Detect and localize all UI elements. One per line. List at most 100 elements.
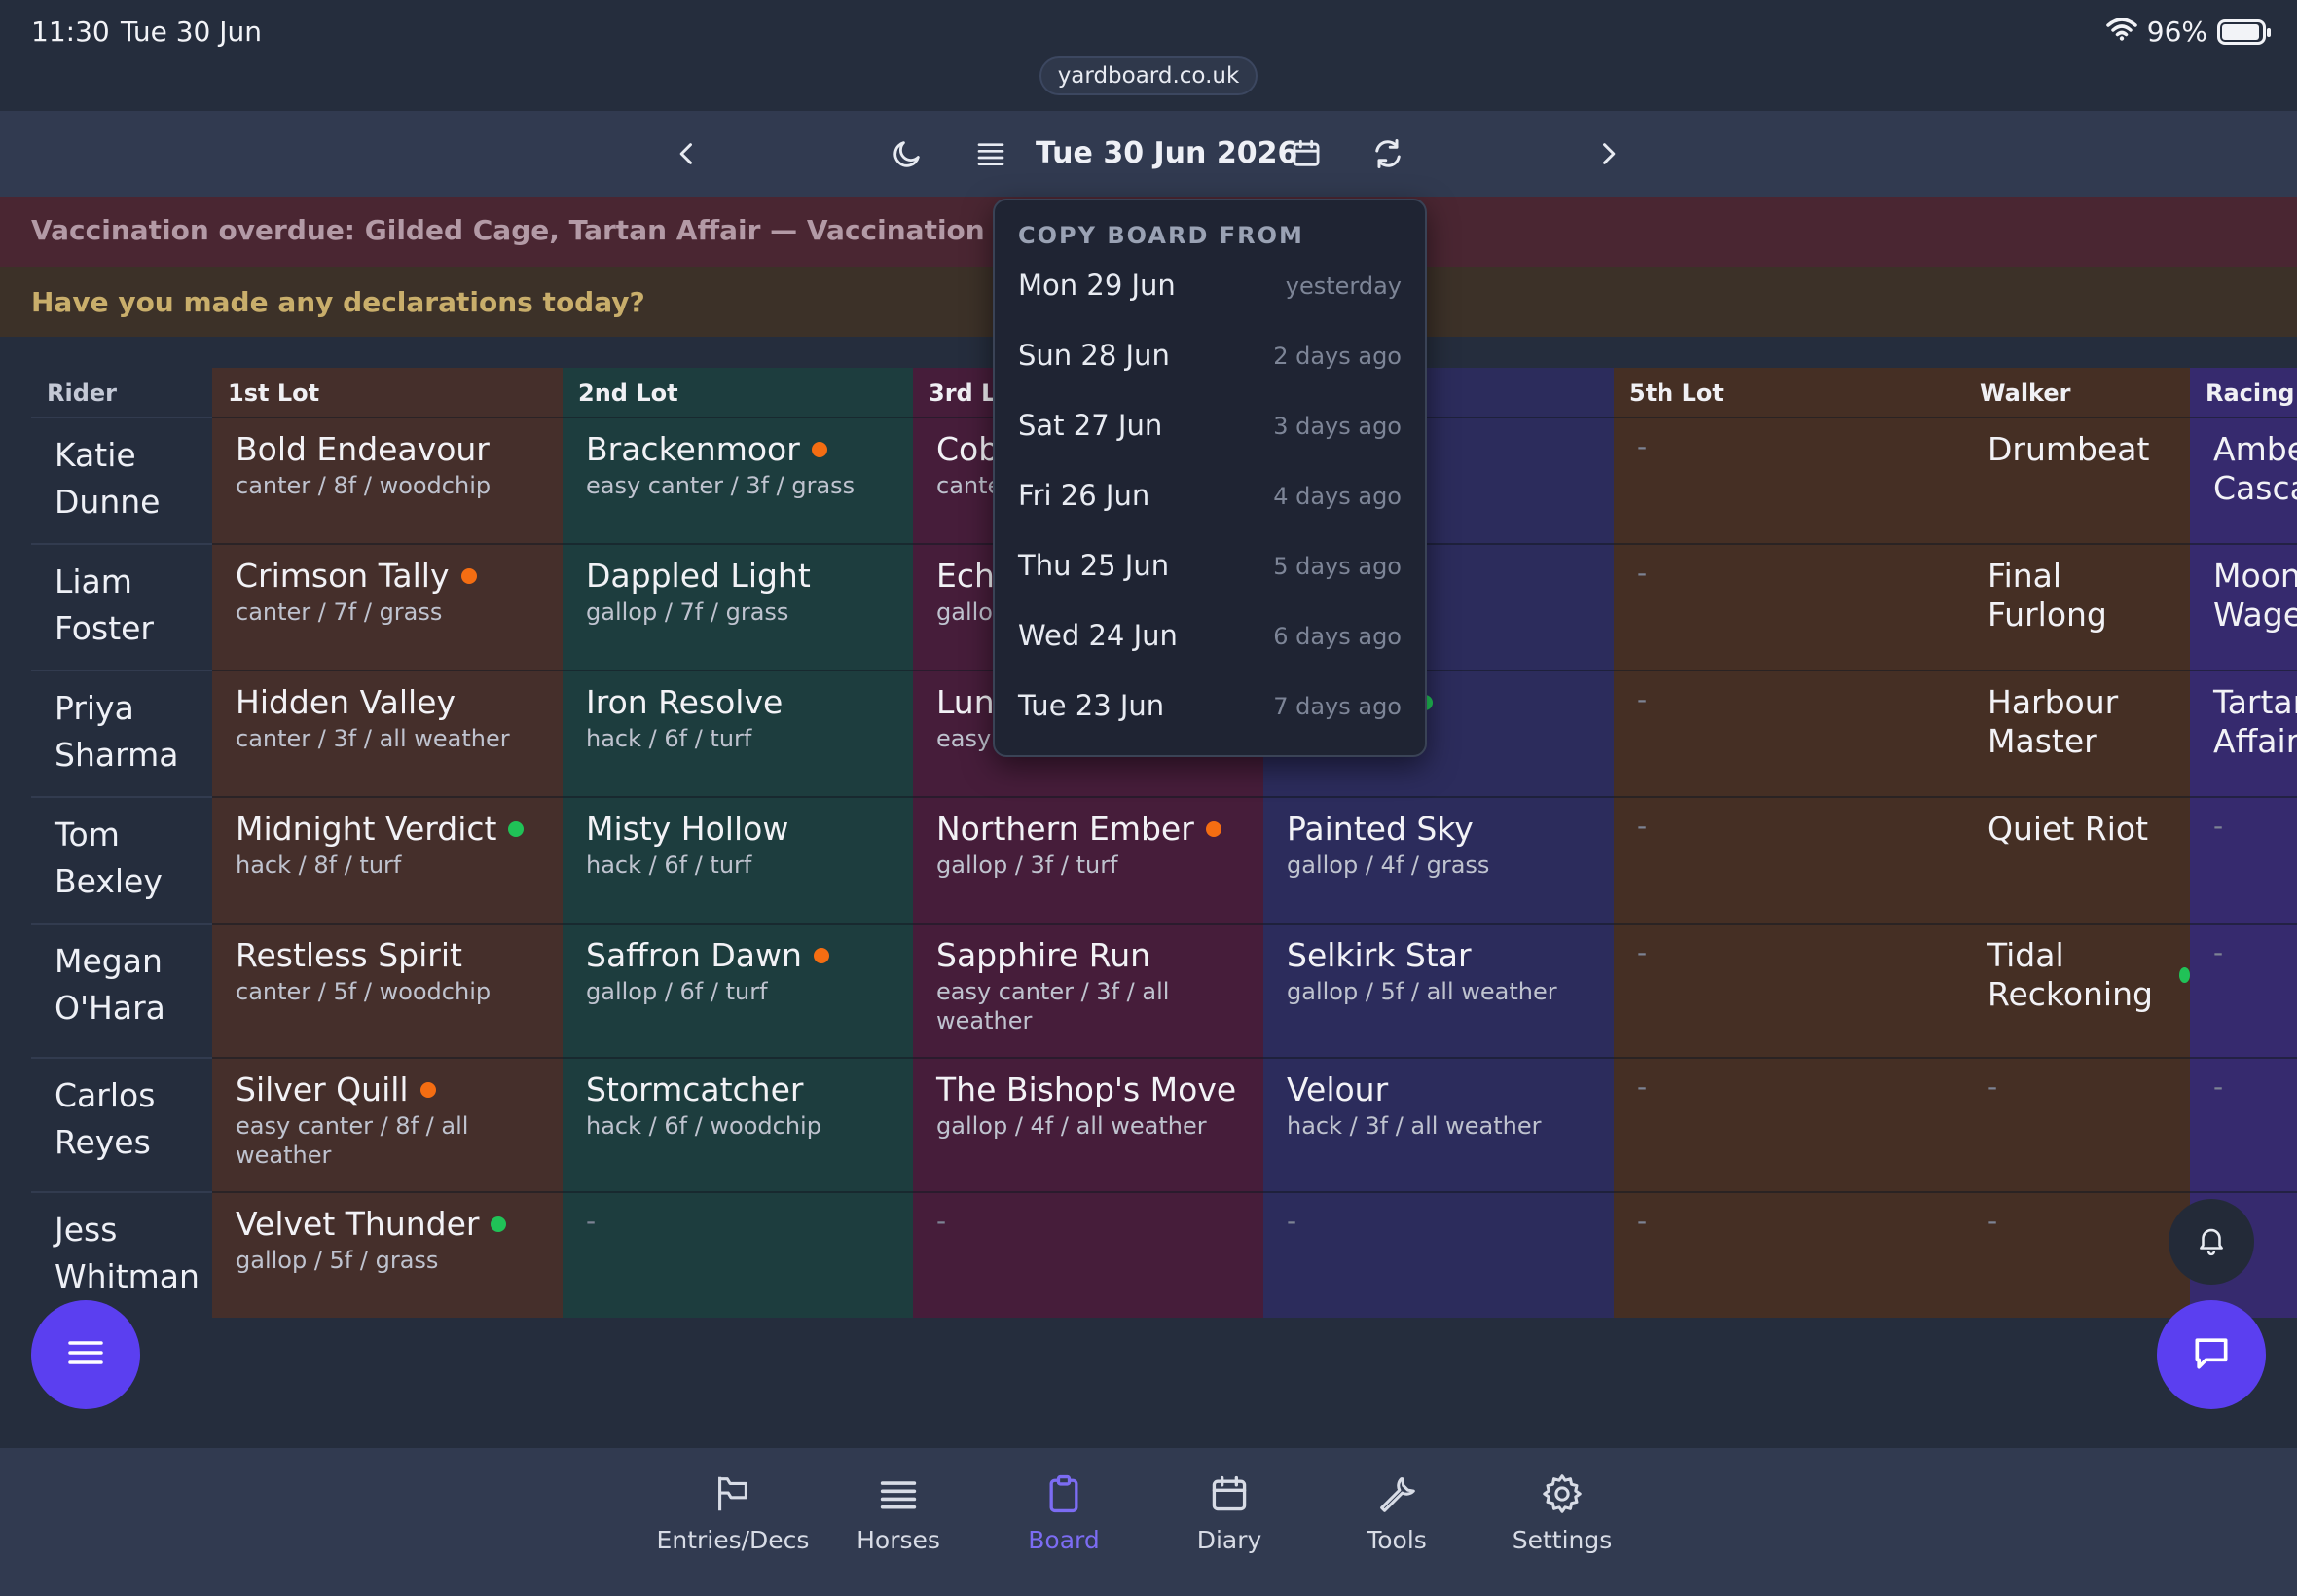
board-cell-lot5[interactable]: - [1614,796,1964,923]
list-view-icon[interactable] [969,132,1012,175]
horse-name: Sapphire Run [936,936,1151,974]
board-cell-lot4[interactable]: Painted Sky gallop / 4f / grass [1263,796,1614,923]
board-cell-racing[interactable]: Moon Wage [2190,543,2297,670]
empty-marker: - [1637,1070,1648,1103]
board-cell-lot5[interactable]: - [1614,543,1964,670]
copy-board-option[interactable]: Thu 25 Jun 5 days ago [995,531,1425,601]
option-relative: 4 days ago [1273,483,1402,510]
board-cell-walker[interactable]: Tidal Reckoning [1964,923,2190,1057]
nav-settings[interactable]: Settings [1479,1468,1645,1554]
board-cell-lot5[interactable]: - [1614,1191,1964,1318]
board-date[interactable]: Tue 30 Jun 2026 [1036,132,1297,175]
copy-board-option[interactable]: Fri 26 Jun 4 days ago [995,461,1425,531]
nav-tools[interactable]: Tools [1314,1468,1479,1554]
board-cell-lot2[interactable]: Stormcatcher hack / 6f / woodchip [563,1057,913,1191]
moon-icon[interactable] [886,132,929,175]
board-cell-lot2[interactable]: - [563,1191,913,1318]
empty-marker: - [1637,430,1648,462]
board-cell-racing[interactable]: Tartar Affair [2190,670,2297,796]
status-date: Tue 30 Jun [121,16,263,48]
rider-name[interactable]: Liam Foster [31,543,212,670]
header-walker: Walker [1964,368,2190,417]
empty-marker: - [1987,1205,1998,1237]
board-cell-walker[interactable]: Quiet Riot [1964,796,2190,923]
board-cell-lot1[interactable]: Velvet Thunder gallop / 5f / grass [212,1191,563,1318]
board-cell-walker[interactable]: - [1964,1057,2190,1191]
board-cell-lot2[interactable]: Misty Hollow hack / 6f / turf [563,796,913,923]
board-cell-lot1[interactable]: Silver Quill easy canter / 8f / all weath… [212,1057,563,1191]
board-cell-walker[interactable]: Drumbeat [1964,417,2190,543]
option-date: Fri 26 Jun [1018,479,1150,512]
rider-name[interactable]: Katie Dunne [31,417,212,543]
board-cell-lot1[interactable]: Crimson Tally canter / 7f / grass [212,543,563,670]
board-cell-lot1[interactable]: Restless Spirit canter / 5f / woodchip [212,923,563,1057]
horse-name: Lun [936,683,995,721]
board-cell-lot5[interactable]: - [1614,417,1964,543]
board-cell-walker[interactable]: Harbour Master [1964,670,2190,796]
chat-fab-button[interactable] [2157,1300,2266,1409]
calendar-icon[interactable] [1285,132,1328,175]
board-cell-lot4[interactable]: Velour hack / 3f / all weather [1263,1057,1614,1191]
horse-name: Ambe Casca [2213,430,2297,507]
work-detail: canter / 8f / woodchip [236,472,492,499]
board-cell-walker[interactable]: - [1964,1191,2190,1318]
option-relative: 6 days ago [1273,623,1402,650]
horse-name: Dappled Light [586,557,811,595]
nav-entries[interactable]: Entries/Decs [650,1468,816,1554]
board-cell-lot5[interactable]: - [1614,670,1964,796]
board-cell-lot3[interactable]: Sapphire Run easy canter / 3f / all weath… [913,923,1263,1057]
copy-board-option[interactable]: Tue 23 Jun 7 days ago [995,671,1425,742]
board-cell-lot2[interactable]: Iron Resolve hack / 6f / turf [563,670,913,796]
board-cell-lot2[interactable]: Brackenmoor easy canter / 3f / grass [563,417,913,543]
board-cell-lot3[interactable]: - [913,1191,1263,1318]
rider-name[interactable]: Tom Bexley [31,796,212,923]
nav-diary[interactable]: Diary [1147,1468,1312,1554]
copy-board-option[interactable]: Mon 29 Jun yesterday [995,251,1425,321]
horse-name: Silver Quill [236,1070,409,1108]
board-cell-racing[interactable]: - [2190,796,2297,923]
declarations-text: Have you made any declarations today? [31,286,645,318]
board-cell-lot5[interactable]: - [1614,1057,1964,1191]
copy-board-option[interactable]: Sat 27 Jun 3 days ago [995,391,1425,461]
work-detail: gallop / 4f / all weather [936,1112,1207,1140]
horse-name: Iron Resolve [586,683,784,721]
nav-horses[interactable]: Horses [816,1468,981,1554]
option-relative: 2 days ago [1273,343,1402,370]
rider-name[interactable]: Megan O'Hara [31,923,212,1057]
board-cell-racing[interactable]: - [2190,1057,2297,1191]
copy-board-option[interactable]: Sun 28 Jun 2 days ago [995,321,1425,391]
rider-name[interactable]: Priya Sharma [31,670,212,796]
horse-name: The Bishop's Move [936,1070,1237,1108]
rider-name[interactable]: Jess Whitman [31,1191,212,1318]
board-cell-lot3[interactable]: The Bishop's Move gallop / 4f / all weath… [913,1057,1263,1191]
menu-fab-button[interactable] [31,1300,140,1409]
board-cell-lot4[interactable]: Selkirk Star gallop / 5f / all weather [1263,923,1614,1057]
refresh-icon[interactable] [1367,132,1409,175]
board-cell-walker[interactable]: Final Furlong [1964,543,2190,670]
option-date: Thu 25 Jun [1018,549,1170,582]
board-cell-lot5[interactable]: - [1614,923,1964,1057]
next-day-icon[interactable] [1586,132,1629,175]
url-bar[interactable]: yardboard.co.uk [1039,56,1258,95]
horse-name: Moon Wage [2213,557,2297,634]
board-cell-lot3[interactable]: Northern Ember gallop / 3f / turf [913,796,1263,923]
notifications-button[interactable] [2169,1199,2254,1285]
board-cell-lot1[interactable]: Midnight Verdict hack / 8f / turf [212,796,563,923]
prev-day-icon[interactable] [666,132,709,175]
work-detail: hack / 3f / all weather [1287,1112,1542,1140]
copy-board-option[interactable]: Wed 24 Jun 6 days ago [995,601,1425,671]
board-cell-lot1[interactable]: Bold Endeavour canter / 8f / woodchip [212,417,563,543]
work-detail: hack / 6f / turf [586,725,752,752]
empty-marker: - [1637,1205,1648,1237]
board-cell-racing[interactable]: - [2190,923,2297,1057]
work-detail: gallop / 5f / grass [236,1247,439,1274]
header-lot1: 1st Lot [212,368,563,417]
board-cell-lot2[interactable]: Dappled Light gallop / 7f / grass [563,543,913,670]
board-cell-lot1[interactable]: Hidden Valley canter / 3f / all weather [212,670,563,796]
board-cell-lot2[interactable]: Saffron Dawn gallop / 6f / turf [563,923,913,1057]
board-cell-racing[interactable]: Ambe Casca [2190,417,2297,543]
rider-name[interactable]: Carlos Reyes [31,1057,212,1191]
work-detail: gallop / 6f / turf [586,978,768,1005]
nav-board[interactable]: Board [981,1468,1147,1554]
board-cell-lot4[interactable]: - [1263,1191,1614,1318]
